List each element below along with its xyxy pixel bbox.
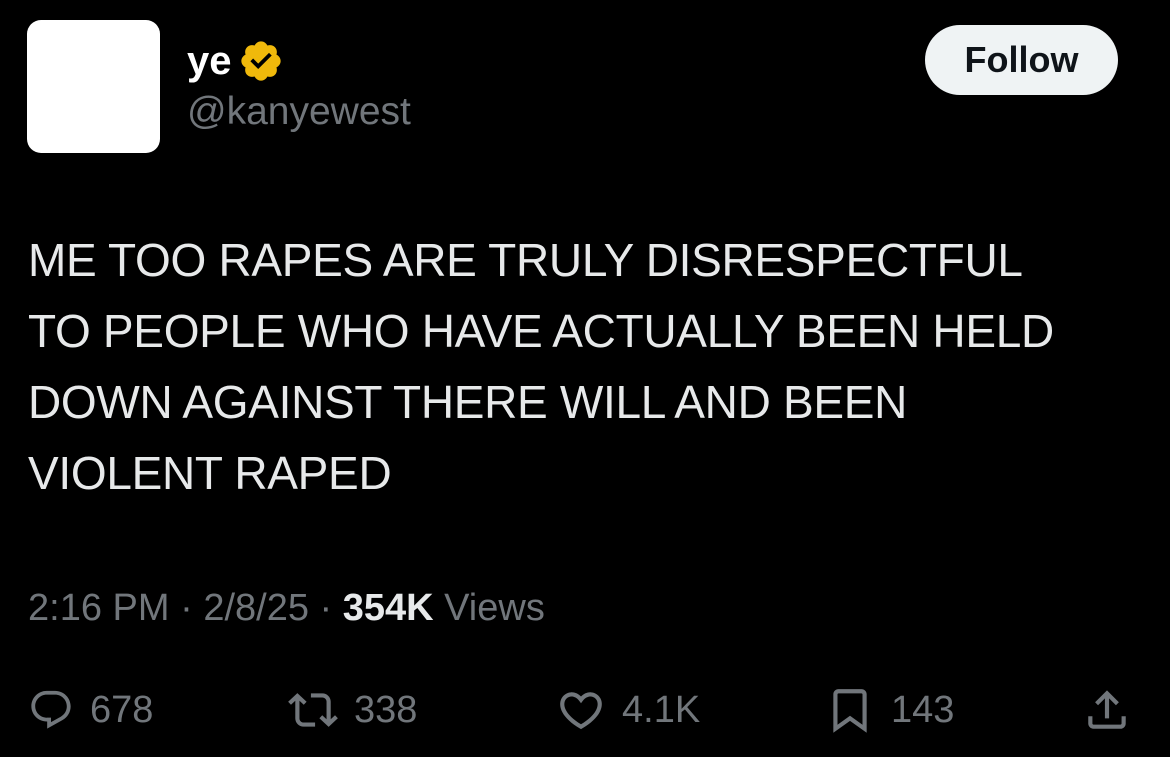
share-icon — [1082, 685, 1132, 735]
follow-button[interactable]: Follow — [925, 25, 1118, 95]
bookmark-count: 143 — [891, 688, 955, 731]
reply-button[interactable]: 678 — [28, 680, 153, 740]
views-label: Views — [433, 587, 545, 629]
like-count: 4.1K — [622, 688, 701, 731]
bookmark-icon — [825, 685, 875, 735]
user-handle[interactable]: @kanyewest — [187, 92, 411, 131]
avatar[interactable] — [27, 20, 160, 153]
heart-icon — [556, 685, 606, 735]
action-bar: 678 338 4.1K 143 — [0, 680, 1170, 740]
verified-badge-icon[interactable] — [238, 38, 284, 84]
tweet-date[interactable]: 2/8/25 — [203, 587, 309, 629]
views-count: 354K — [342, 587, 434, 629]
tweet-time[interactable]: 2:16 PM — [28, 587, 170, 629]
like-button[interactable]: 4.1K — [556, 680, 700, 740]
meta-separator: · — [308, 587, 343, 629]
reply-count: 678 — [90, 688, 154, 731]
retweet-icon — [288, 685, 338, 735]
tweet-text: ME TOO RAPES ARE TRULY DISRESPECTFUL TO … — [28, 234, 1054, 499]
display-name[interactable]: ye — [187, 41, 232, 81]
user-name-row: ye — [187, 36, 284, 86]
meta-separator: · — [169, 587, 204, 629]
reply-icon — [28, 687, 74, 733]
bookmark-button[interactable]: 143 — [825, 680, 954, 740]
tweet-meta: 2:16 PM · 2/8/25 · 354K Views — [28, 585, 545, 631]
retweet-button[interactable]: 338 — [288, 680, 417, 740]
retweet-count: 338 — [354, 688, 418, 731]
share-button[interactable] — [1082, 680, 1132, 740]
